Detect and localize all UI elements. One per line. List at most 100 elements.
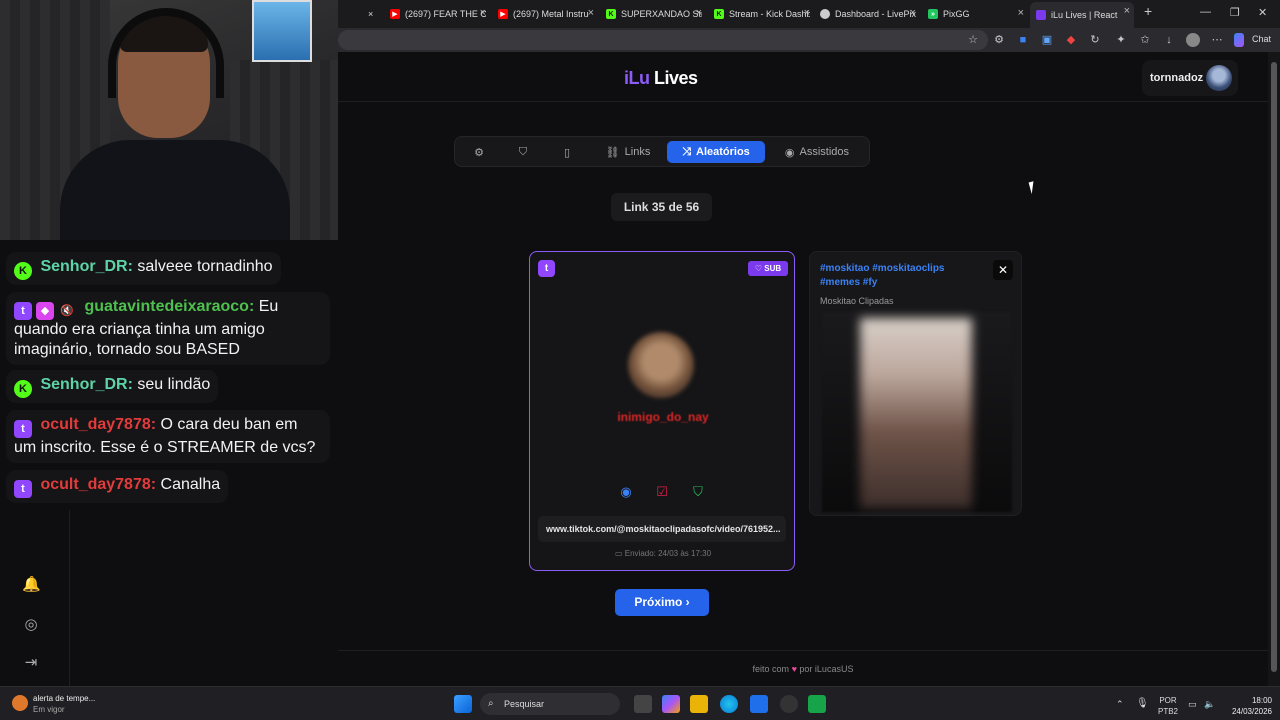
- weather-alert-icon[interactable]: [12, 695, 28, 711]
- browser-tab[interactable]: ▶ (2697) FEAR THE CL ×: [390, 4, 486, 24]
- browser-tab[interactable]: K SUPERXANDAO Str ×: [606, 4, 702, 24]
- volume-icon[interactable]: 🔈: [1204, 699, 1215, 710]
- sent-info: ▭ Enviado: 24/03 às 17:30: [530, 549, 796, 558]
- close-tab-icon[interactable]: ×: [480, 7, 486, 19]
- menu-icon[interactable]: ⋯: [1210, 33, 1224, 47]
- sub-badge-label: SUB: [764, 264, 782, 273]
- chevron-up-icon[interactable]: ⌃: [1116, 699, 1124, 710]
- user-menu[interactable]: tornnadoz: [1142, 60, 1238, 96]
- app-logo[interactable]: iLu Lives: [624, 68, 698, 89]
- chat-message: t ocult_day7878: O cara deu ban em um in…: [6, 410, 330, 463]
- refresh-icon[interactable]: ↻: [1088, 33, 1102, 47]
- download-icon[interactable]: ↓: [1162, 33, 1176, 47]
- tab-random[interactable]: ⤨ Aleatórios: [667, 141, 765, 163]
- logo-part-lives: Lives: [654, 68, 698, 88]
- tab-settings[interactable]: ⚙: [461, 141, 497, 163]
- browser-tab-active[interactable]: iLu Lives | React ×: [1030, 2, 1134, 28]
- extension-icon[interactable]: ⚙: [992, 33, 1006, 47]
- weather-widget[interactable]: alerta de tempe... Em vigor: [33, 693, 95, 715]
- weather-status: Em vigor: [33, 705, 65, 714]
- eye-icon[interactable]: ◉: [618, 484, 634, 500]
- browser-tab[interactable]: K Stream - Kick Dashb ×: [714, 4, 810, 24]
- avatar: [1206, 65, 1232, 91]
- tab-title: PixGG: [943, 9, 970, 19]
- bookmark-icon: ▯: [563, 146, 571, 159]
- restore-icon[interactable]: ❐: [1230, 6, 1240, 19]
- extension-icon[interactable]: ◆: [1064, 33, 1078, 47]
- close-tab-icon[interactable]: ×: [910, 7, 916, 19]
- headset: [108, 8, 224, 98]
- sent-time: Enviado: 24/03 às 17:30: [624, 549, 712, 558]
- minimize-icon[interactable]: —: [1200, 6, 1211, 18]
- close-window-icon[interactable]: ✕: [1258, 6, 1267, 19]
- close-tab-icon[interactable]: ×: [1124, 5, 1130, 17]
- tab-links[interactable]: ⛓ Links: [595, 141, 661, 163]
- taskbar-search[interactable]: ⌕ Pesquisar: [480, 693, 620, 715]
- browser-tab[interactable]: ▶ (2697) Metal Instru ×: [498, 4, 594, 24]
- network-icon[interactable]: ▭: [1188, 699, 1197, 710]
- edge-icon[interactable]: [720, 695, 738, 713]
- youtube-icon: ▶: [390, 9, 400, 19]
- pixgg-icon: »: [928, 9, 938, 19]
- scrollbar[interactable]: [1268, 52, 1280, 686]
- close-preview-button[interactable]: ✕: [993, 260, 1013, 280]
- eye-icon: ◉: [784, 146, 795, 159]
- translate-icon[interactable]: ▣: [1040, 33, 1054, 47]
- shield-icon[interactable]: ⛉: [690, 484, 706, 500]
- close-tab-icon[interactable]: ×: [696, 7, 702, 19]
- microphone-icon[interactable]: 🎙: [1136, 698, 1149, 709]
- close-tab-icon[interactable]: ×: [368, 4, 380, 24]
- bell-icon[interactable]: 🔔: [22, 576, 41, 594]
- file-explorer-icon[interactable]: [690, 695, 708, 713]
- tab-saved[interactable]: ▯: [549, 141, 585, 163]
- tab-title: Dashboard - LivePix: [835, 9, 916, 19]
- profile-icon[interactable]: [1186, 33, 1200, 47]
- taskbar-clock[interactable]: 18:00 24/03/2026: [1220, 695, 1272, 717]
- windows-start-icon[interactable]: [454, 695, 472, 713]
- video-thumbnail[interactable]: [822, 312, 1012, 512]
- new-tab-icon[interactable]: +: [1144, 3, 1152, 19]
- app-header: iLu Lives tornnadoz: [338, 52, 1268, 102]
- app-icon[interactable]: [750, 695, 768, 713]
- video-hashtags[interactable]: #moskitao #moskitaoclips #memes #fy: [820, 262, 970, 290]
- extensions-icon[interactable]: ✦: [1114, 33, 1128, 47]
- next-button[interactable]: Próximo ›: [615, 589, 709, 616]
- obs-icon[interactable]: [780, 695, 798, 713]
- twitch-icon: t: [14, 420, 32, 438]
- scrollbar-thumb[interactable]: [1271, 62, 1277, 672]
- close-tab-icon[interactable]: ×: [804, 7, 810, 19]
- close-tab-icon[interactable]: ×: [588, 7, 594, 19]
- copilot-icon[interactable]: [1234, 33, 1244, 47]
- tab-title: SUPERXANDAO Str: [621, 9, 702, 19]
- heart-icon: ♥: [791, 664, 797, 674]
- tab-watched[interactable]: ◉ Assistidos: [771, 141, 863, 163]
- tab-title: (2697) Metal Instru: [513, 9, 589, 19]
- help-icon[interactable]: ◎: [22, 616, 40, 634]
- task-view-icon[interactable]: [634, 695, 652, 713]
- footer-suffix: por iLucasUS: [799, 664, 854, 674]
- app-icon[interactable]: [808, 695, 826, 713]
- heart-icon: ♡: [754, 264, 763, 273]
- browser-tab[interactable]: Dashboard - LivePix ×: [820, 4, 916, 24]
- close-tab-icon[interactable]: ×: [1018, 7, 1024, 19]
- footer: feito com ♥ por iLucasUS: [338, 650, 1268, 686]
- logout-icon[interactable]: ⇥: [22, 654, 40, 672]
- sender-avatar: [628, 332, 694, 398]
- tab-moderation[interactable]: ⛉: [505, 141, 541, 163]
- wall-poster: [252, 0, 312, 62]
- language-indicator[interactable]: POR PTB2: [1158, 695, 1178, 717]
- link-icon: ⛓: [605, 146, 620, 159]
- sub-badge: ♡ SUB: [748, 261, 788, 276]
- browser-tab[interactable]: » PixGG ×: [928, 4, 1024, 24]
- chat-label[interactable]: Chat: [1252, 34, 1271, 44]
- copilot-icon[interactable]: [662, 695, 680, 713]
- link-url[interactable]: www.tiktok.com/@moskitaoclipadasofc/vide…: [538, 516, 786, 542]
- favorites-icon[interactable]: ✩: [1138, 33, 1152, 47]
- link-counter: Link 35 de 56: [611, 193, 712, 221]
- extension-icon[interactable]: ■: [1016, 33, 1030, 47]
- chat-message: K Senhor_DR: salveee tornadinho: [6, 252, 281, 285]
- check-square-icon[interactable]: ☑: [654, 484, 670, 500]
- search-placeholder: Pesquisar: [504, 699, 545, 709]
- star-icon[interactable]: ☆: [966, 33, 980, 47]
- address-bar[interactable]: [338, 30, 988, 50]
